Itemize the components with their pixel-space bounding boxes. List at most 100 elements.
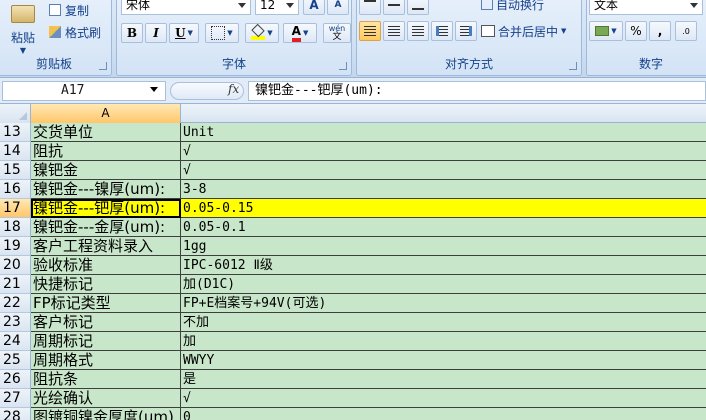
align-right-button[interactable] xyxy=(407,21,429,41)
wrap-text-button[interactable]: 自动换行 xyxy=(481,0,544,13)
row-header[interactable]: 25 xyxy=(0,351,31,370)
dialog-launcher-icon[interactable] xyxy=(569,62,577,70)
cell-a[interactable]: 客户标记 xyxy=(31,313,181,332)
row-header[interactable]: 26 xyxy=(0,370,31,389)
phonetic-button[interactable]: wén 文 xyxy=(323,23,351,43)
column-header-a[interactable]: A xyxy=(31,104,181,123)
row-header[interactable]: 18 xyxy=(0,218,31,237)
table-row: 21 快捷标记 加(D1C) xyxy=(0,275,706,294)
copy-button[interactable]: 复制 xyxy=(49,1,89,19)
row-header[interactable]: 15 xyxy=(0,161,31,180)
row-header[interactable]: 28 xyxy=(0,408,31,420)
dialog-launcher-icon[interactable] xyxy=(99,62,107,70)
merge-center-button[interactable]: 合并后居中 ▼ xyxy=(481,21,566,41)
cell-b[interactable]: 1gg xyxy=(181,237,706,256)
accounting-format-button[interactable]: ▼ xyxy=(589,21,623,41)
cell-a[interactable]: 镍钯金---金厚(um): xyxy=(31,218,181,237)
row-header[interactable]: 20 xyxy=(0,256,31,275)
cell-a[interactable]: 镍钯金 xyxy=(31,161,181,180)
cell-a[interactable]: 阻抗条 xyxy=(31,370,181,389)
row-header[interactable]: 16 xyxy=(0,180,31,199)
table-row: 23 客户标记 不加 xyxy=(0,313,706,332)
italic-button[interactable]: I xyxy=(145,23,167,43)
align-left-button[interactable] xyxy=(359,21,381,41)
cell-b[interactable]: √ xyxy=(181,161,706,180)
row-header[interactable]: 19 xyxy=(0,237,31,256)
chevron-down-icon[interactable] xyxy=(150,87,158,96)
align-bottom-button[interactable] xyxy=(407,0,429,15)
cell-b[interactable]: FP+E档案号+94V(可选) xyxy=(181,294,706,313)
active-cell[interactable]: 镍钯金---钯厚(um): xyxy=(31,199,181,218)
font-color-button[interactable]: A ▼ xyxy=(283,23,317,43)
decrease-indent-icon xyxy=(436,26,448,36)
row-header[interactable]: 23 xyxy=(0,313,31,332)
cell-b[interactable]: 0 xyxy=(181,408,706,420)
cell-a[interactable]: 图镀铜镍金厚度(um) xyxy=(31,408,181,420)
number-group: 文本 ▼ % , .0 数字 xyxy=(586,0,706,76)
grow-font-button[interactable]: A xyxy=(303,0,325,15)
cell-a[interactable]: 交货单位 xyxy=(31,123,181,142)
cell-b[interactable]: WWYY xyxy=(181,351,706,370)
format-painter-label: 格式刷 xyxy=(65,25,102,40)
number-format-select[interactable]: 文本 xyxy=(589,0,703,15)
cell-a[interactable]: 快捷标记 xyxy=(31,275,181,294)
table-row: 13 交货单位 Unit xyxy=(0,123,706,142)
cell-b[interactable]: 是 xyxy=(181,370,706,389)
bold-button[interactable]: B xyxy=(121,23,143,43)
cell-b[interactable]: √ xyxy=(181,389,706,408)
fill-color-button[interactable]: ▼ xyxy=(245,23,279,43)
row-header[interactable]: 21 xyxy=(0,275,31,294)
cell-b[interactable]: IPC-6012 Ⅱ级 xyxy=(181,256,706,275)
row-header[interactable]: 17 xyxy=(0,199,31,218)
cell-b[interactable]: 加 xyxy=(181,332,706,351)
column-header-b[interactable] xyxy=(181,104,706,123)
name-box[interactable]: A17 xyxy=(2,81,166,101)
table-row: 25 周期格式 WWYY xyxy=(0,351,706,370)
dialog-launcher-icon[interactable] xyxy=(339,62,347,70)
cell-b[interactable]: 0.05-0.15 xyxy=(181,199,706,218)
font-name-select[interactable]: 宋体 xyxy=(121,0,251,15)
comma-style-button[interactable]: , xyxy=(649,21,671,41)
cell-a[interactable]: 验收标准 xyxy=(31,256,181,275)
cell-b[interactable]: 3-8 xyxy=(181,180,706,199)
copy-label: 复制 xyxy=(65,3,90,18)
cell-a[interactable]: 光绘确认 xyxy=(31,389,181,408)
insert-function-icon[interactable]: fx xyxy=(228,82,239,96)
shrink-font-button[interactable]: A xyxy=(327,0,349,15)
align-center-button[interactable] xyxy=(383,21,405,41)
align-top-icon xyxy=(364,0,376,10)
decrease-indent-button[interactable] xyxy=(431,21,453,41)
paste-button[interactable]: 粘贴 ▼ xyxy=(3,1,43,59)
cell-a[interactable]: FP标记类型 xyxy=(31,294,181,313)
cell-b[interactable]: √ xyxy=(181,142,706,161)
align-top-button[interactable] xyxy=(359,0,381,15)
cell-a[interactable]: 周期标记 xyxy=(31,332,181,351)
cell-b[interactable]: 加(D1C) xyxy=(181,275,706,294)
format-painter-button[interactable]: 格式刷 xyxy=(49,23,101,41)
cell-b[interactable]: Unit xyxy=(181,123,706,142)
row-header[interactable]: 24 xyxy=(0,332,31,351)
increase-indent-button[interactable] xyxy=(455,21,477,41)
align-middle-button[interactable] xyxy=(383,0,405,15)
cell-a[interactable]: 周期格式 xyxy=(31,351,181,370)
row-header[interactable]: 14 xyxy=(0,142,31,161)
font-size-select[interactable]: 12 xyxy=(255,0,299,15)
select-all-button[interactable] xyxy=(0,104,31,123)
percent-style-button[interactable]: % xyxy=(625,21,647,41)
row-header[interactable]: 27 xyxy=(0,389,31,408)
row-header[interactable]: 22 xyxy=(0,294,31,313)
cell-a[interactable]: 客户工程资料录入 xyxy=(31,237,181,256)
formula-input[interactable]: 镍钯金---钯厚(um): xyxy=(248,81,706,101)
underline-button[interactable]: U ▼ xyxy=(169,23,199,43)
column-header-bar: A xyxy=(0,104,706,123)
number-group-title: 数字 xyxy=(638,57,663,71)
copy-icon xyxy=(49,4,61,16)
cell-b[interactable]: 0.05-0.1 xyxy=(181,218,706,237)
wrap-text-icon xyxy=(481,0,493,10)
border-button[interactable]: ▼ xyxy=(205,23,239,43)
cell-a[interactable]: 阻抗 xyxy=(31,142,181,161)
increase-decimal-button[interactable]: .0 xyxy=(675,21,697,41)
cell-b[interactable]: 不加 xyxy=(181,313,706,332)
row-header[interactable]: 13 xyxy=(0,123,31,142)
cell-a[interactable]: 镍钯金---镍厚(um): xyxy=(31,180,181,199)
